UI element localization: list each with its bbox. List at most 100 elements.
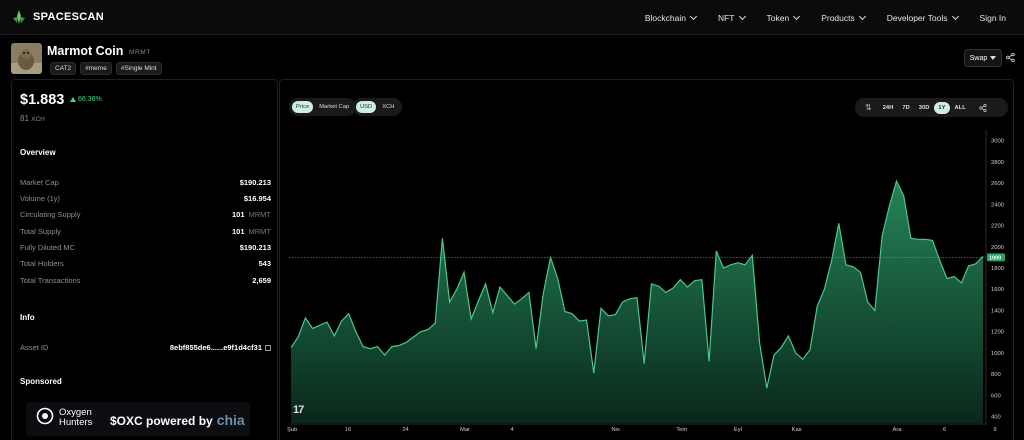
- metric-market-cap-button[interactable]: Market Cap: [315, 101, 353, 113]
- currency-xch-button[interactable]: XCH: [378, 101, 398, 113]
- sponsor-text-main: $OXC powered by: [110, 414, 213, 428]
- share-icon[interactable]: [1006, 53, 1015, 62]
- marmot-image-icon: [11, 43, 42, 74]
- stat-value-text: 2,659: [252, 276, 271, 285]
- x-tick-label: 4: [510, 427, 514, 433]
- spacescan-logo-icon: [13, 10, 25, 24]
- copy-icon[interactable]: [265, 345, 271, 351]
- nav-products-label: Products: [821, 12, 855, 23]
- timeframe-1y[interactable]: 1Y: [934, 101, 950, 114]
- chia-logo-text: chia: [216, 412, 245, 428]
- overview-heading: Overview: [20, 148, 56, 157]
- asset-id-value[interactable]: 8ebf855de6......e9f1d4cf31: [170, 343, 271, 352]
- oxygen-hunters-logo-icon: [36, 407, 54, 425]
- y-tick-label: 1400: [991, 308, 1004, 314]
- nav-blockchain[interactable]: Blockchain: [644, 12, 698, 23]
- up-arrow-icon: [70, 97, 76, 102]
- nav-nft[interactable]: NFT: [717, 12, 746, 23]
- chevron-down-icon: [951, 12, 959, 20]
- stat-label: Volume (1y): [20, 194, 61, 203]
- sign-in-link[interactable]: Sign In: [980, 13, 1006, 23]
- stat-value-text: 101: [231, 227, 245, 236]
- price-change: 66.36%: [70, 96, 102, 103]
- metric-price-button[interactable]: Price: [292, 101, 314, 113]
- stat-value-text: 101: [231, 210, 245, 219]
- price-chart[interactable]: 400 600 800 1000 1200 1400 1600 1800 2000 2200 240…: [281, 128, 1012, 440]
- chevron-down-icon: [793, 12, 801, 20]
- compare-icon[interactable]: ⇅: [859, 103, 878, 112]
- sponsored-heading: Sponsored: [20, 377, 62, 386]
- x-tick-label: Ara: [893, 427, 903, 433]
- stat-row-circulating-supply: Circulating Supply 101 MRMT: [20, 210, 271, 222]
- stat-value: 101 MRMT: [232, 210, 271, 219]
- price-in-xch: 81 XCH: [20, 114, 45, 123]
- stat-row-total-supply: Total Supply 101 MRMT: [20, 227, 271, 239]
- caret-down-icon: [990, 56, 997, 60]
- nav-nft-label: NFT: [717, 12, 735, 23]
- y-tick-label: 400: [991, 415, 1001, 421]
- timeframe-24h[interactable]: 24H: [879, 102, 898, 114]
- timeframe-all[interactable]: ALL: [951, 102, 970, 114]
- y-tick-label: 1200: [991, 330, 1004, 336]
- stat-row-market-cap: Market Cap $190.213: [20, 178, 271, 190]
- sponsor-brand-line2: Hunters: [59, 417, 93, 428]
- stat-label: Total Holders: [20, 259, 64, 268]
- x-tick-label: Şub: [287, 427, 297, 433]
- currency-usd-button[interactable]: USD: [356, 101, 377, 113]
- y-tick-label: 2600: [991, 181, 1004, 187]
- metric-toggle: Price Market Cap: [289, 98, 357, 116]
- stat-label: Circulating Supply: [20, 210, 81, 219]
- stat-value: $190.213: [240, 243, 271, 252]
- share-chart-icon[interactable]: [975, 103, 989, 112]
- x-tick-label: 24: [402, 427, 409, 433]
- y-tick-label: 600: [991, 393, 1001, 399]
- x-tick-label: 6: [943, 427, 946, 433]
- tag-meme[interactable]: #meme: [80, 62, 112, 75]
- price-change-value: 66.36%: [78, 96, 102, 103]
- sponsor-text: $OXC powered by chia: [110, 412, 245, 428]
- nav-developer-tools[interactable]: Developer Tools: [886, 12, 959, 23]
- x-tick-label: Kas: [792, 427, 802, 433]
- tag-single-mint[interactable]: #Single Mint: [115, 62, 162, 75]
- timeframe-selector: ⇅ 24H 7D 30D 1Y ALL: [855, 98, 1008, 117]
- stat-value-text: $16.954: [243, 194, 271, 203]
- nav-token-label: Token: [766, 12, 790, 23]
- swap-button[interactable]: Swap: [964, 49, 1002, 67]
- x-tick-label: Eyl: [734, 427, 742, 433]
- tradingview-logo-icon[interactable]: 17: [293, 404, 304, 416]
- chevron-down-icon: [689, 12, 698, 20]
- stat-value: $190.213: [240, 178, 271, 187]
- x-tick-label: 9: [993, 427, 996, 433]
- stat-row-fully-diluted-mc: Fully Diluted MC $190.213: [20, 243, 271, 255]
- y-tick-label: 2000: [991, 245, 1004, 251]
- nav-blockchain-label: Blockchain: [644, 12, 686, 23]
- brand-logo[interactable]: SPACESCAN: [11, 9, 104, 25]
- stat-value-text: 543: [258, 259, 271, 268]
- y-tick-label: 1800: [991, 266, 1004, 272]
- y-tick-label: 3000: [991, 139, 1004, 145]
- x-tick-label: Mar: [460, 427, 470, 433]
- token-name: Marmot Coin: [47, 44, 124, 58]
- y-tick-label: 800: [991, 372, 1001, 378]
- timeframe-7d[interactable]: 7D: [898, 102, 913, 114]
- swap-button-label: Swap: [969, 54, 988, 62]
- asset-id-text: 8ebf855de6......e9f1d4cf31: [169, 343, 262, 352]
- chevron-down-icon: [738, 12, 746, 20]
- nav-menu: Blockchain NFT Token Products Developer …: [623, 0, 1006, 35]
- y-tick-label: 2400: [991, 202, 1004, 208]
- stat-label: Fully Diluted MC: [20, 243, 76, 252]
- nav-token[interactable]: Token: [766, 12, 801, 23]
- stat-label: Total Transactions: [20, 276, 81, 285]
- asset-id-label: Asset ID: [20, 343, 49, 352]
- stat-row-total-transactions: Total Transactions 2,659: [20, 276, 271, 288]
- nav-products[interactable]: Products: [821, 12, 866, 23]
- stat-value: 543: [258, 259, 271, 268]
- stat-value-text: $190.213: [239, 243, 271, 252]
- nav-developer-tools-label: Developer Tools: [886, 12, 948, 23]
- info-heading: Info: [20, 313, 35, 322]
- xch-value: 81: [20, 114, 29, 123]
- token-symbol: MRMT: [129, 49, 151, 56]
- tag-cat2[interactable]: CAT2: [50, 62, 77, 75]
- timeframe-30d[interactable]: 30D: [915, 102, 934, 114]
- stat-value: $16.954: [244, 194, 271, 203]
